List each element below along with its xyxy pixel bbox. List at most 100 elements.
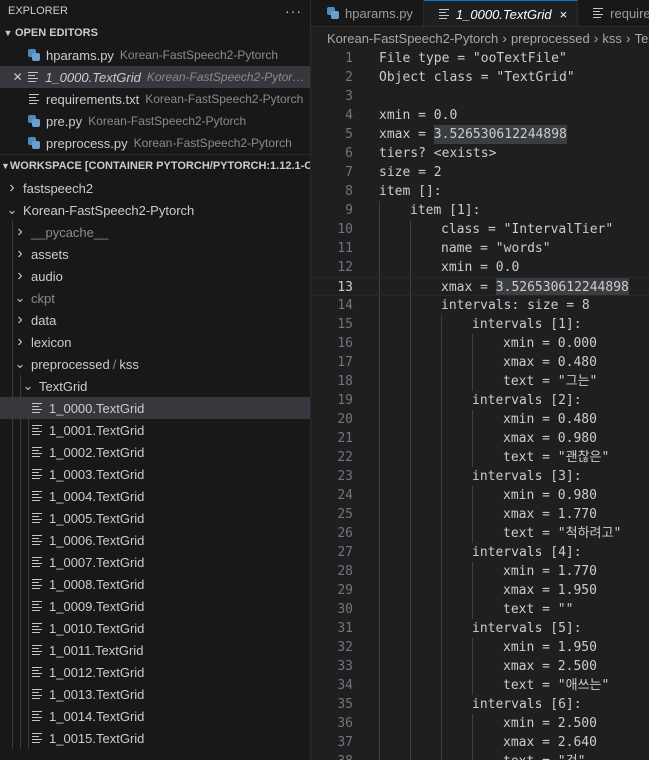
code-line[interactable]: 18 text = "그는" bbox=[311, 372, 649, 391]
breadcrumb-segment[interactable]: TextGrid bbox=[635, 31, 649, 46]
code-line[interactable]: 13 xmax = 3.526530612244898 bbox=[311, 277, 649, 296]
tree-file[interactable]: 1_0013.TextGrid bbox=[0, 683, 310, 705]
code-line[interactable]: 4 xmin = 0.0 bbox=[311, 106, 649, 125]
tree-file[interactable]: 1_0001.TextGrid bbox=[0, 419, 310, 441]
indent-guide bbox=[379, 258, 380, 277]
breadcrumb-segment[interactable]: preprocessed bbox=[511, 31, 590, 46]
code-line[interactable]: 27 intervals [4]: bbox=[311, 543, 649, 562]
code-line[interactable]: 6 tiers? <exists> bbox=[311, 144, 649, 163]
breadcrumb-segment[interactable]: Korean-FastSpeech2-Pytorch bbox=[327, 31, 498, 46]
workspace-header[interactable]: ▼ WORKSPACE [CONTAINER PYTORCH/PYTORCH:1… bbox=[0, 155, 310, 177]
tree-file[interactable]: 1_0000.TextGrid bbox=[0, 397, 310, 419]
code-line[interactable]: 12 xmin = 0.0 bbox=[311, 258, 649, 277]
code-line[interactable]: 10 class = "IntervalTier" bbox=[311, 220, 649, 239]
close-icon[interactable]: × bbox=[560, 7, 568, 22]
code-line[interactable]: 32 xmin = 1.950 bbox=[311, 638, 649, 657]
file-lines-icon bbox=[29, 732, 45, 744]
code-line[interactable]: 2 Object class = "TextGrid" bbox=[311, 68, 649, 87]
tree-folder[interactable]: › data bbox=[0, 309, 310, 331]
tree-file[interactable]: 1_0009.TextGrid bbox=[0, 595, 310, 617]
code-line[interactable]: 9 item [1]: bbox=[311, 201, 649, 220]
indent-guide bbox=[410, 505, 411, 524]
tree-file[interactable]: 1_0007.TextGrid bbox=[0, 551, 310, 573]
tree-file[interactable]: 1_0002.TextGrid bbox=[0, 441, 310, 463]
code-line[interactable]: 31 intervals [5]: bbox=[311, 619, 649, 638]
open-editor-path: Korean-FastSpeech2-Pytorch/... bbox=[146, 70, 310, 84]
code-line[interactable]: 26 text = "척하려고" bbox=[311, 524, 649, 543]
tree-file[interactable]: 1_0005.TextGrid bbox=[0, 507, 310, 529]
tree-file[interactable]: 1_0003.TextGrid bbox=[0, 463, 310, 485]
more-actions-icon[interactable]: ··· bbox=[285, 3, 302, 19]
open-editors-header[interactable]: ▼ OPEN EDITORS bbox=[0, 22, 310, 44]
open-editor-item[interactable]: requirements.txt Korean-FastSpeech2-Pytor… bbox=[0, 88, 310, 110]
code-line[interactable]: 19 intervals [2]: bbox=[311, 391, 649, 410]
code-line[interactable]: 28 xmin = 1.770 bbox=[311, 562, 649, 581]
tree-file[interactable]: 1_0008.TextGrid bbox=[0, 573, 310, 595]
tree-folder[interactable]: › lexicon bbox=[0, 331, 310, 353]
code-line[interactable]: 34 text = "애쓰는" bbox=[311, 676, 649, 695]
code-line[interactable]: 37 xmax = 2.640 bbox=[311, 733, 649, 752]
open-editor-item[interactable]: hparams.py Korean-FastSpeech2-Pytorch bbox=[0, 44, 310, 66]
code-line[interactable]: 15 intervals [1]: bbox=[311, 315, 649, 334]
code-line[interactable]: 38 text = "것" bbox=[311, 752, 649, 760]
code-line[interactable]: 23 intervals [3]: bbox=[311, 467, 649, 486]
code-line[interactable]: 30 text = "" bbox=[311, 600, 649, 619]
indent-guide bbox=[410, 524, 411, 543]
code-view[interactable]: 1 File type = "ooTextFile" 2 Object class =… bbox=[311, 49, 649, 760]
tree-label: 1_0011.TextGrid bbox=[49, 642, 144, 658]
tree-folder[interactable]: ⌄ TextGrid bbox=[0, 375, 310, 397]
indent-guide bbox=[379, 315, 380, 334]
code-line[interactable]: 33 xmax = 2.500 bbox=[311, 657, 649, 676]
editor-tab[interactable]: requirements.txt bbox=[578, 0, 649, 26]
code-line[interactable]: 5 xmax = 3.526530612244898 bbox=[311, 125, 649, 144]
line-number: 27 bbox=[337, 545, 353, 560]
tree-file[interactable]: 1_0012.TextGrid bbox=[0, 661, 310, 683]
close-icon[interactable]: ✕ bbox=[10, 70, 25, 84]
tree-folder[interactable]: › audio bbox=[0, 265, 310, 287]
tree-folder[interactable]: ⌄ preprocessed / kss bbox=[0, 353, 310, 375]
tree-label: fastspeech2 bbox=[23, 180, 94, 196]
indent-guide bbox=[20, 397, 21, 419]
tree-file[interactable]: 1_0006.TextGrid bbox=[0, 529, 310, 551]
code-line[interactable]: 29 xmax = 1.950 bbox=[311, 581, 649, 600]
open-editor-item[interactable]: pre.py Korean-FastSpeech2-Pytorch bbox=[0, 110, 310, 132]
tree-file[interactable]: 1_0010.TextGrid bbox=[0, 617, 310, 639]
code-line[interactable]: 17 xmax = 0.480 bbox=[311, 353, 649, 372]
indent-guide bbox=[28, 419, 29, 441]
code-line[interactable]: 1 File type = "ooTextFile" bbox=[311, 49, 649, 68]
tree-folder[interactable]: › assets bbox=[0, 243, 310, 265]
tree-folder[interactable]: ⌄ Korean-FastSpeech2-Pytorch bbox=[0, 199, 310, 221]
code-line[interactable]: 7 size = 2 bbox=[311, 163, 649, 182]
line-number: 19 bbox=[337, 393, 353, 408]
tree-file[interactable]: 1_0011.TextGrid bbox=[0, 639, 310, 661]
code-line[interactable]: 3 bbox=[311, 87, 649, 106]
open-editor-item[interactable]: ✕ 1_0000.TextGrid Korean-FastSpeech2-Pytor… bbox=[0, 66, 310, 88]
indent-guide bbox=[379, 334, 380, 353]
code-line[interactable]: 16 xmin = 0.000 bbox=[311, 334, 649, 353]
chevron-down-icon: ⌄ bbox=[14, 290, 26, 305]
code-line[interactable]: 20 xmin = 0.480 bbox=[311, 410, 649, 429]
code-line[interactable]: 25 xmax = 1.770 bbox=[311, 505, 649, 524]
code-line[interactable]: 21 xmax = 0.980 bbox=[311, 429, 649, 448]
breadcrumb-segment[interactable]: kss bbox=[602, 31, 622, 46]
code-line[interactable]: 14 intervals: size = 8 bbox=[311, 296, 649, 315]
tree-file[interactable]: 1_0014.TextGrid bbox=[0, 705, 310, 727]
code-text: text = "애쓰는" bbox=[503, 678, 610, 693]
line-number: 28 bbox=[337, 564, 353, 579]
tree-file[interactable]: 1_0015.TextGrid bbox=[0, 727, 310, 749]
code-line[interactable]: 24 xmin = 0.980 bbox=[311, 486, 649, 505]
tree-folder[interactable]: ⌄ ckpt bbox=[0, 287, 310, 309]
tree-folder[interactable]: › fastspeech2 bbox=[0, 177, 310, 199]
tree-file[interactable]: 1_0004.TextGrid bbox=[0, 485, 310, 507]
code-line[interactable]: 36 xmin = 2.500 bbox=[311, 714, 649, 733]
code-line[interactable]: 11 name = "words" bbox=[311, 239, 649, 258]
editor-tab[interactable]: hparams.py bbox=[311, 0, 424, 26]
code-line[interactable]: 22 text = "괜찮은" bbox=[311, 448, 649, 467]
code-line[interactable]: 35 intervals [6]: bbox=[311, 695, 649, 714]
indent-guide bbox=[410, 619, 411, 638]
code-line[interactable]: 8 item []: bbox=[311, 182, 649, 201]
tree-folder[interactable]: › __pycache__ bbox=[0, 221, 310, 243]
indent-guide bbox=[28, 441, 29, 463]
open-editor-item[interactable]: preprocess.py Korean-FastSpeech2-Pytorch bbox=[0, 132, 310, 154]
editor-tab[interactable]: 1_0000.TextGrid × bbox=[423, 0, 579, 26]
